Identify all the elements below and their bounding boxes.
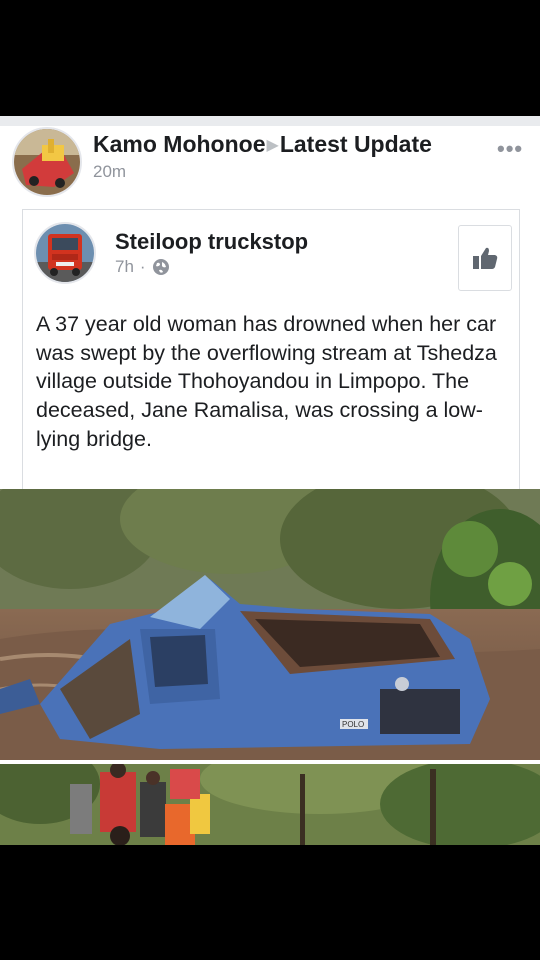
page-avatar[interactable]: [34, 222, 96, 284]
share-timestamp[interactable]: 20m: [93, 162, 126, 182]
more-options-button[interactable]: •••: [497, 136, 523, 162]
page-post-meta: 7h ·: [115, 257, 170, 277]
page-name[interactable]: Steiloop truckstop: [115, 229, 308, 255]
globe-icon: [152, 259, 169, 275]
post-body-text: A 37 year old woman has drowned when her…: [36, 312, 497, 451]
feed-separator: [0, 116, 540, 126]
like-page-button[interactable]: [458, 225, 512, 291]
post-photo-crowd[interactable]: [0, 764, 540, 845]
share-header-line: Kamo Mohonoe▶Latest Update: [93, 131, 432, 158]
sharer-avatar-image: [14, 129, 80, 195]
sharer-avatar[interactable]: [12, 127, 82, 197]
bottom-black-bar: [0, 845, 540, 960]
page-post-time[interactable]: 7h: [115, 257, 134, 277]
share-arrow-icon: ▶: [266, 137, 279, 154]
page-avatar-image: [36, 224, 94, 282]
sharer-name[interactable]: Kamo Mohonoe: [93, 131, 266, 157]
post-photo-car-wreck[interactable]: POLO: [0, 489, 540, 760]
meta-separator: ·: [139, 257, 146, 276]
car-badge-text: POLO: [342, 720, 364, 729]
top-black-bar: [0, 0, 540, 116]
share-target[interactable]: Latest Update: [280, 131, 432, 157]
thumbs-up-icon: [473, 247, 498, 269]
